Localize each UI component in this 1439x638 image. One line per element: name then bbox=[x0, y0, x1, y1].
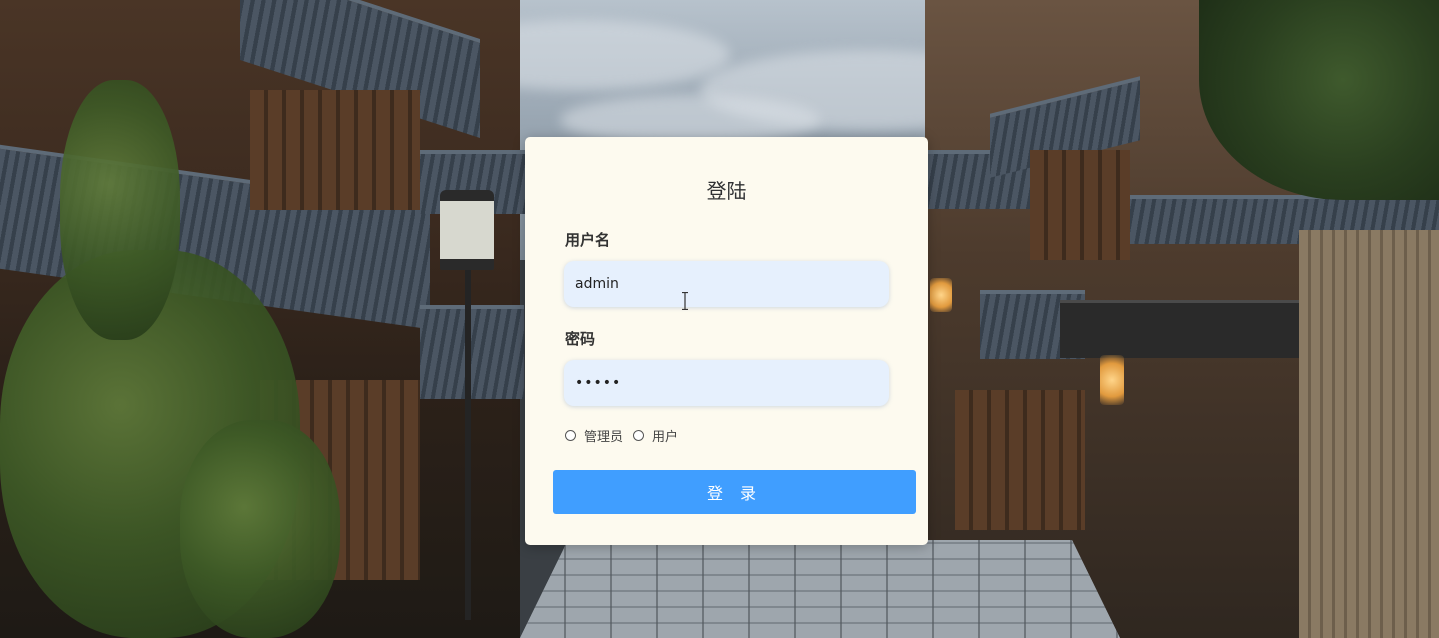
background-wood-wall bbox=[250, 90, 420, 210]
login-page: 登陆 用户名 密码 管理员 用户 登 录 bbox=[0, 0, 1439, 638]
username-label: 用户名 bbox=[565, 231, 611, 249]
radio-icon[interactable] bbox=[565, 430, 576, 441]
background-lamp-glow bbox=[1100, 355, 1124, 405]
role-option-label: 用户 bbox=[652, 430, 679, 445]
login-title: 登陆 bbox=[706, 179, 747, 203]
role-option-admin[interactable]: 管理员 bbox=[565, 426, 623, 445]
role-option-label: 管理员 bbox=[584, 430, 624, 445]
background-lantern bbox=[440, 190, 494, 270]
background-foliage bbox=[60, 80, 180, 340]
radio-icon[interactable] bbox=[633, 430, 645, 441]
background-lamp-pole bbox=[465, 240, 471, 620]
role-option-user[interactable]: 用户 bbox=[633, 426, 678, 445]
background-wood-wall bbox=[955, 390, 1085, 530]
background-lamp-glow bbox=[930, 278, 952, 312]
background-bamboo-fence bbox=[1299, 230, 1439, 638]
background-foliage bbox=[180, 420, 340, 638]
background-awning bbox=[1060, 300, 1330, 358]
login-card: 登陆 用户名 密码 管理员 用户 登 录 bbox=[525, 137, 928, 545]
background-roof bbox=[420, 305, 524, 399]
username-input[interactable] bbox=[564, 261, 889, 307]
password-input[interactable] bbox=[564, 360, 889, 406]
background-wood-wall bbox=[1030, 150, 1130, 260]
password-label: 密码 bbox=[565, 330, 596, 348]
role-radio-group: 管理员 用户 bbox=[565, 426, 688, 445]
login-button[interactable]: 登 录 bbox=[553, 470, 916, 514]
background-street-stones bbox=[520, 540, 1120, 638]
